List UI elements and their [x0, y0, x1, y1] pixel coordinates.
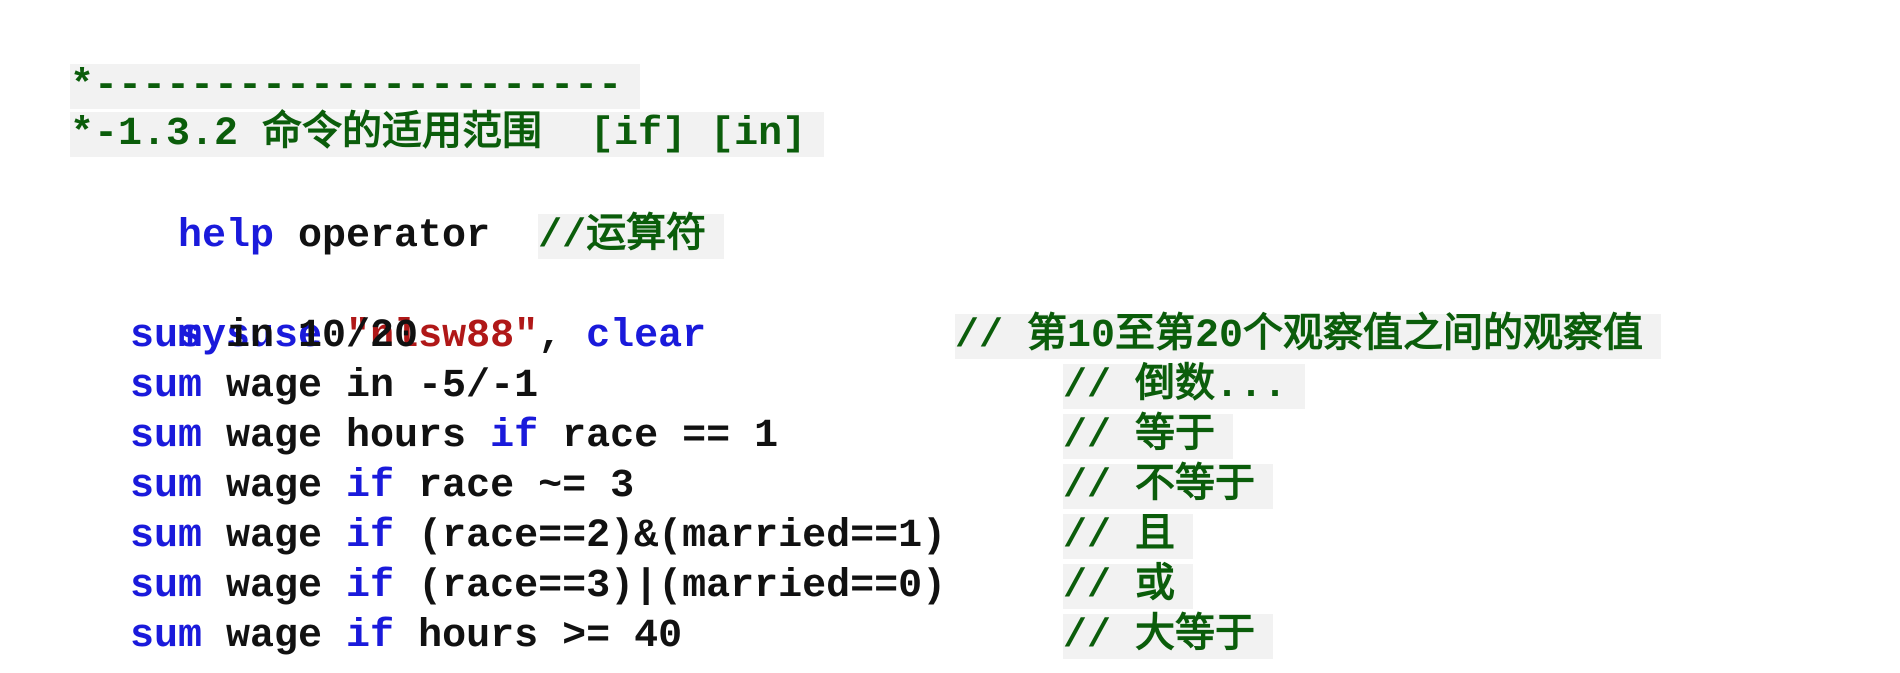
- code-text: wage: [202, 564, 347, 609]
- code-line: sum wage in -5/-1: [130, 362, 538, 412]
- code-text: wage: [202, 464, 347, 509]
- help-argument: operator: [274, 214, 539, 259]
- section-title: *-1.3.2 命令的适用范围 [if] [in]: [70, 112, 825, 157]
- sum-command: sum: [130, 464, 203, 509]
- help-command: help: [178, 214, 275, 259]
- comment-line: // 大等于: [1063, 612, 1274, 662]
- code-comment: // 不等于: [1063, 464, 1274, 509]
- comma: ,: [538, 314, 587, 359]
- code-text: wage: [202, 614, 347, 659]
- sysuse-line: sysuse "nlsw88", clear: [130, 262, 706, 359]
- code-text: wage in -5/-1: [202, 364, 539, 409]
- if-keyword: if: [346, 614, 395, 659]
- code-text: wage: [202, 514, 347, 559]
- code-line: sum wage if hours >= 40: [130, 612, 682, 662]
- code-comment: // 大等于: [1063, 614, 1274, 659]
- code-line: sum in 10/20: [130, 312, 418, 362]
- if-keyword: if: [346, 464, 395, 509]
- code-comment: // 等于: [1063, 414, 1234, 459]
- sum-command: sum: [130, 514, 203, 559]
- code-text: in 10/20: [202, 314, 419, 359]
- if-keyword: if: [490, 414, 539, 459]
- sum-command: sum: [130, 414, 203, 459]
- comment-line: // 等于: [1063, 412, 1234, 462]
- code-text: (race==2)&(married==1): [394, 514, 947, 559]
- header-divider-line: *----------------------: [22, 12, 641, 109]
- code-comment: // 或: [1063, 564, 1194, 609]
- code-text: race ~= 3: [394, 464, 635, 509]
- sum-command: sum: [130, 364, 203, 409]
- help-line: help operator //运算符: [130, 162, 725, 259]
- clear-option: clear: [586, 314, 707, 359]
- code-line: sum wage if (race==3)|(married==0): [130, 562, 946, 612]
- code-text: hours >= 40: [394, 614, 683, 659]
- code-line: sum wage if race ~= 3: [130, 462, 634, 512]
- help-comment: //运算符: [538, 214, 725, 259]
- code-comment: // 且: [1063, 514, 1194, 559]
- code-line: sum wage if (race==2)&(married==1): [130, 512, 946, 562]
- comment-line: // 不等于: [1063, 462, 1274, 512]
- code-comment: // 倒数...: [1063, 364, 1306, 409]
- sum-command: sum: [130, 314, 203, 359]
- code-text: wage hours: [202, 414, 491, 459]
- code-line: sum wage hours if race == 1: [130, 412, 778, 462]
- code-comment: // 第10至第20个观察值之间的观察值: [955, 314, 1662, 359]
- code-text: race == 1: [538, 414, 779, 459]
- sum-command: sum: [130, 564, 203, 609]
- comment-line: // 且: [1063, 512, 1194, 562]
- code-text: (race==3)|(married==0): [394, 564, 947, 609]
- if-keyword: if: [346, 514, 395, 559]
- comment-line: // 或: [1063, 562, 1194, 612]
- comment-line: // 第10至第20个观察值之间的观察值: [955, 312, 1662, 362]
- section-title-line: *-1.3.2 命令的适用范围 [if] [in]: [22, 60, 825, 157]
- sum-command: sum: [130, 614, 203, 659]
- if-keyword: if: [346, 564, 395, 609]
- comment-line: // 倒数...: [1063, 362, 1306, 412]
